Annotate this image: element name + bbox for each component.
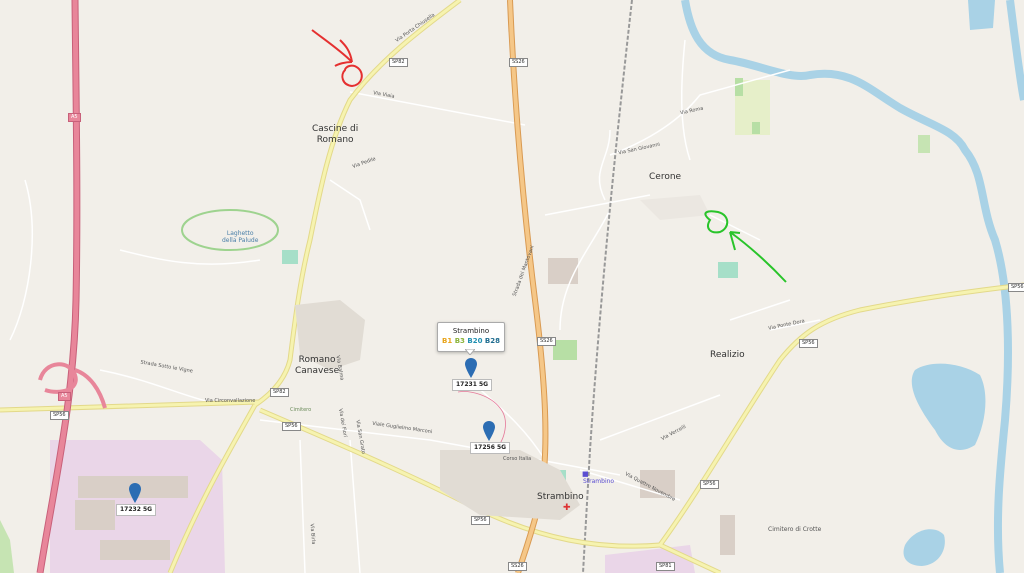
popup-bands: B1 B3 B20 B28 xyxy=(438,337,504,345)
shield-sp82-top: SP82 xyxy=(389,58,408,67)
marker-label-17256[interactable]: 17256 5G xyxy=(470,442,511,454)
building xyxy=(75,500,115,530)
site-popup[interactable]: Strambino B1 B3 B20 B28 xyxy=(437,322,505,352)
building xyxy=(720,515,735,555)
shield-sp56-east: SP56 xyxy=(1008,283,1024,292)
train-station-icon: ■ xyxy=(582,470,589,478)
popup-pointer xyxy=(465,349,475,355)
band-b28: B28 xyxy=(484,337,500,345)
green-area xyxy=(282,250,298,264)
shield-ss26-bottom: SS26 xyxy=(508,562,527,571)
place-label-cerone: Cerone xyxy=(649,172,682,182)
road-label-via-circonvallazione: Via Circonvallazione xyxy=(205,398,256,404)
green-arrow-annotation xyxy=(704,210,787,283)
road-label-corso-italia: Corso Italia xyxy=(503,456,532,462)
place-label-romano-line1: Romano xyxy=(298,355,336,365)
shield-sp56-right: SP56 xyxy=(799,339,818,348)
place-label-romano-line2: Canavese xyxy=(295,366,340,376)
band-b3: B3 xyxy=(454,337,465,345)
industrial-area-south xyxy=(605,545,695,573)
railway xyxy=(582,0,633,573)
shield-sp56-se: SP56 xyxy=(700,480,719,489)
shield-sp82-bottom: SP82 xyxy=(270,388,289,397)
cerone-area xyxy=(640,195,710,220)
place-label-cascine-line1: Cascine di xyxy=(312,124,359,134)
hospital-icon: ✚ xyxy=(563,503,571,513)
cell-site-marker-icon[interactable] xyxy=(465,358,477,378)
station-label-strambino: Strambino xyxy=(583,478,615,485)
place-label-cascine-line2: Romano xyxy=(316,135,354,145)
cell-site-marker-icon[interactable] xyxy=(129,483,141,503)
place-label-strambino: Strambino xyxy=(537,492,584,502)
green-area xyxy=(735,78,743,96)
shield-sp56-left: SP56 xyxy=(50,411,69,420)
green-area xyxy=(918,135,930,153)
green-area xyxy=(0,520,14,573)
green-area xyxy=(718,262,738,278)
green-area xyxy=(553,340,577,360)
shield-a5-top: A5 xyxy=(68,113,81,122)
river-dora-upper xyxy=(1006,0,1024,101)
band-b1: B1 xyxy=(442,337,453,345)
place-label-realizio: Realizio xyxy=(710,350,745,360)
place-label-laghetto-line2: della Palude xyxy=(222,237,259,244)
lake-east xyxy=(911,363,986,450)
shield-sp81: SP81 xyxy=(656,562,675,571)
place-label-cimitero: Cimitero xyxy=(290,407,312,413)
place-label-cascine: Cascine di Romano xyxy=(312,124,358,146)
map-canvas[interactable] xyxy=(0,0,1024,573)
building xyxy=(548,258,578,284)
shield-ss26-top: SS26 xyxy=(509,58,528,67)
marker-label-17231[interactable]: 17231 5G xyxy=(452,379,493,391)
lake-south xyxy=(903,529,945,566)
cell-site-marker-icon[interactable] xyxy=(483,421,495,441)
shield-ss26-mid: SS26 xyxy=(537,337,556,346)
band-b20: B20 xyxy=(467,337,483,345)
building xyxy=(100,540,170,560)
marker-label-17232[interactable]: 17232 5G xyxy=(116,504,157,516)
popup-title: Strambino xyxy=(452,327,490,335)
place-label-laghetto: Laghetto della Palude xyxy=(222,230,258,244)
red-arrow-annotation xyxy=(311,29,363,88)
place-label-cimitero-crotte: Cimitero di Crotte xyxy=(768,526,822,533)
motorway-interchange xyxy=(38,362,107,409)
place-label-romano: Romano Canavese xyxy=(295,355,339,377)
lake-northeast xyxy=(968,0,995,30)
shield-a5-bottom: A5 xyxy=(58,392,71,401)
shield-sp56-mid: SP56 xyxy=(282,422,301,431)
green-area xyxy=(752,122,760,134)
shield-sp56-center: SP56 xyxy=(471,516,490,525)
place-label-laghetto-line1: Laghetto xyxy=(226,230,254,237)
